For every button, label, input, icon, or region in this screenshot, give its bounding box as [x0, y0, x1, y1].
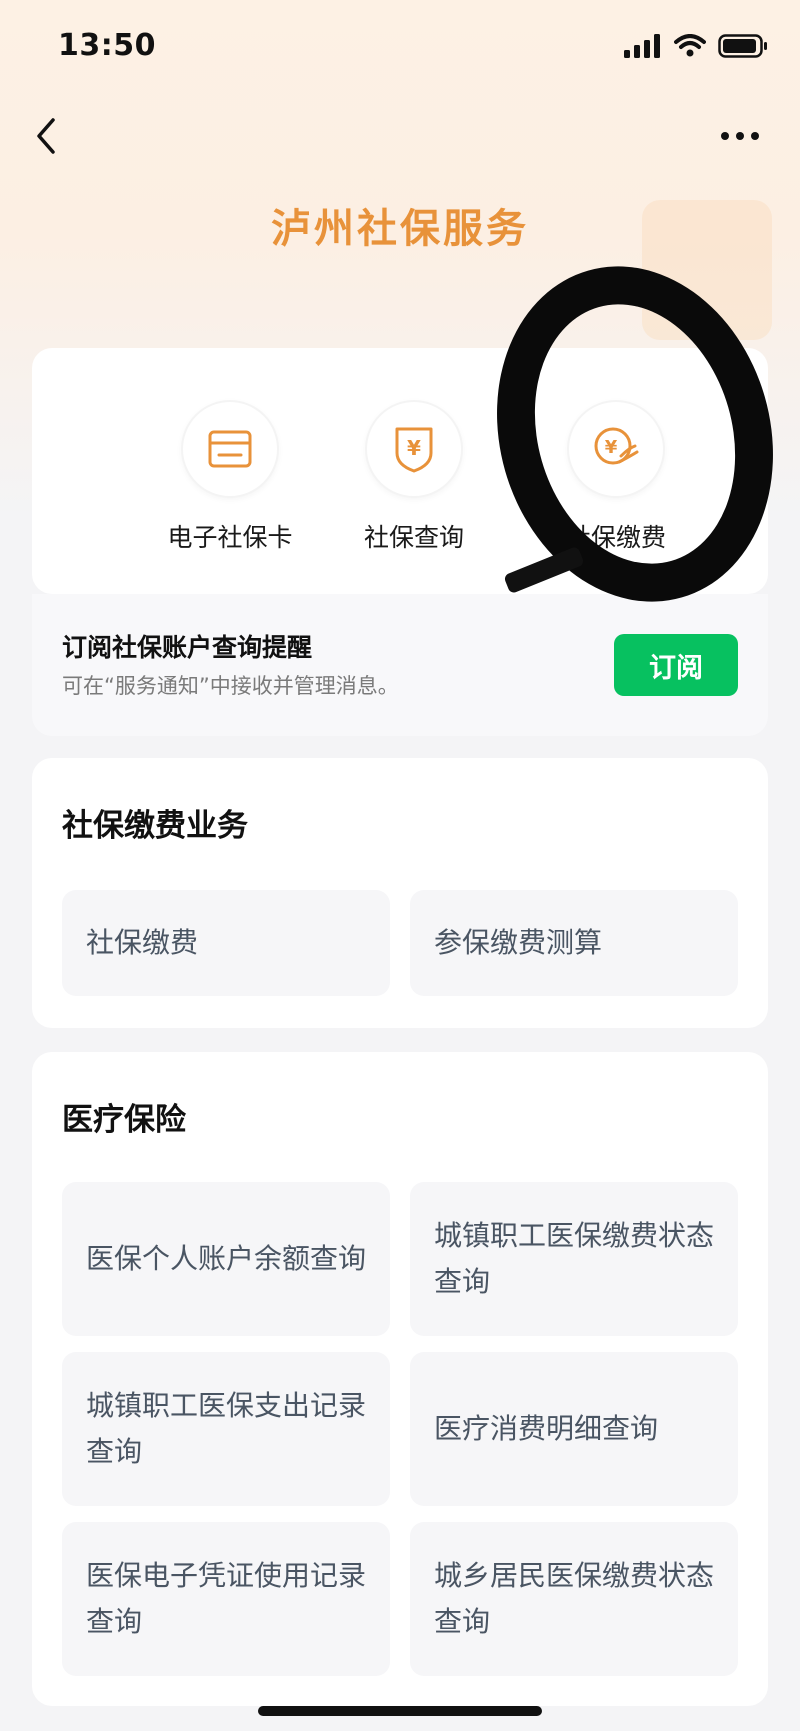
service-icon-wrap: ¥	[365, 400, 463, 498]
more-dots-icon	[721, 132, 759, 140]
tile-medical-account-balance[interactable]: 医保个人账户余额查询	[62, 1182, 390, 1336]
battery-icon	[718, 34, 767, 58]
payment-business-card: 社保缴费业务 社保缴费 参保缴费测算	[32, 758, 768, 1028]
section-title: 医疗保险	[62, 1102, 186, 1138]
tile-resident-payment-status[interactable]: 城乡居民医保缴费状态查询	[410, 1522, 738, 1676]
status-time: 13:50	[58, 28, 156, 63]
back-button[interactable]	[26, 116, 66, 156]
subscribe-button[interactable]: 订阅	[614, 634, 738, 696]
service-payment[interactable]: ¥ 社保缴费	[516, 400, 716, 554]
medical-insurance-card: 医疗保险 医保个人账户余额查询 城镇职工医保缴费状态查询 城镇职工医保支出记录查…	[32, 1052, 768, 1706]
nav-bar	[0, 100, 800, 170]
status-icons	[624, 34, 768, 58]
signal-icon	[624, 34, 660, 58]
service-label: 电子社保卡	[167, 523, 293, 552]
chevron-left-icon	[37, 118, 55, 154]
subscribe-description: 可在“服务通知”中接收并管理消息。	[62, 674, 399, 698]
more-button[interactable]	[716, 118, 764, 154]
svg-text:¥: ¥	[605, 437, 618, 458]
tile-medical-consumption-details[interactable]: 医疗消费明细查询	[410, 1352, 738, 1506]
tile-e-voucher-usage[interactable]: 医保电子凭证使用记录查询	[62, 1522, 390, 1676]
service-icon-wrap: ¥	[567, 400, 665, 498]
subscribe-card: 订阅社保账户查询提醒 可在“服务通知”中接收并管理消息。 订阅	[32, 594, 768, 736]
services-card: 电子社保卡 ¥ 社保查询 ¥ 社保缴费	[32, 348, 768, 594]
tile-employee-expense-records[interactable]: 城镇职工医保支出记录查询	[62, 1352, 390, 1506]
home-indicator	[258, 1706, 542, 1716]
wifi-icon	[674, 34, 706, 57]
card-icon	[208, 430, 252, 468]
tile-payment[interactable]: 社保缴费	[62, 890, 390, 996]
section-title: 社保缴费业务	[62, 808, 248, 844]
service-icon-wrap	[181, 400, 279, 498]
service-label: 社保缴费	[565, 523, 666, 552]
yuan-shield-icon: ¥	[395, 427, 433, 473]
tile-employee-payment-status[interactable]: 城镇职工医保缴费状态查询	[410, 1182, 738, 1336]
service-label: 社保查询	[363, 523, 464, 552]
tile-payment-estimate[interactable]: 参保缴费测算	[410, 890, 738, 996]
status-bar: 13:50	[0, 0, 800, 96]
yuan-payment-icon: ¥	[594, 427, 639, 465]
subscribe-title: 订阅社保账户查询提醒	[62, 633, 313, 662]
svg-text:¥: ¥	[407, 436, 421, 460]
page-title: 泸州社保服务	[271, 206, 529, 252]
service-e-card[interactable]: 电子社保卡	[130, 400, 330, 554]
service-query[interactable]: ¥ 社保查询	[314, 400, 514, 554]
